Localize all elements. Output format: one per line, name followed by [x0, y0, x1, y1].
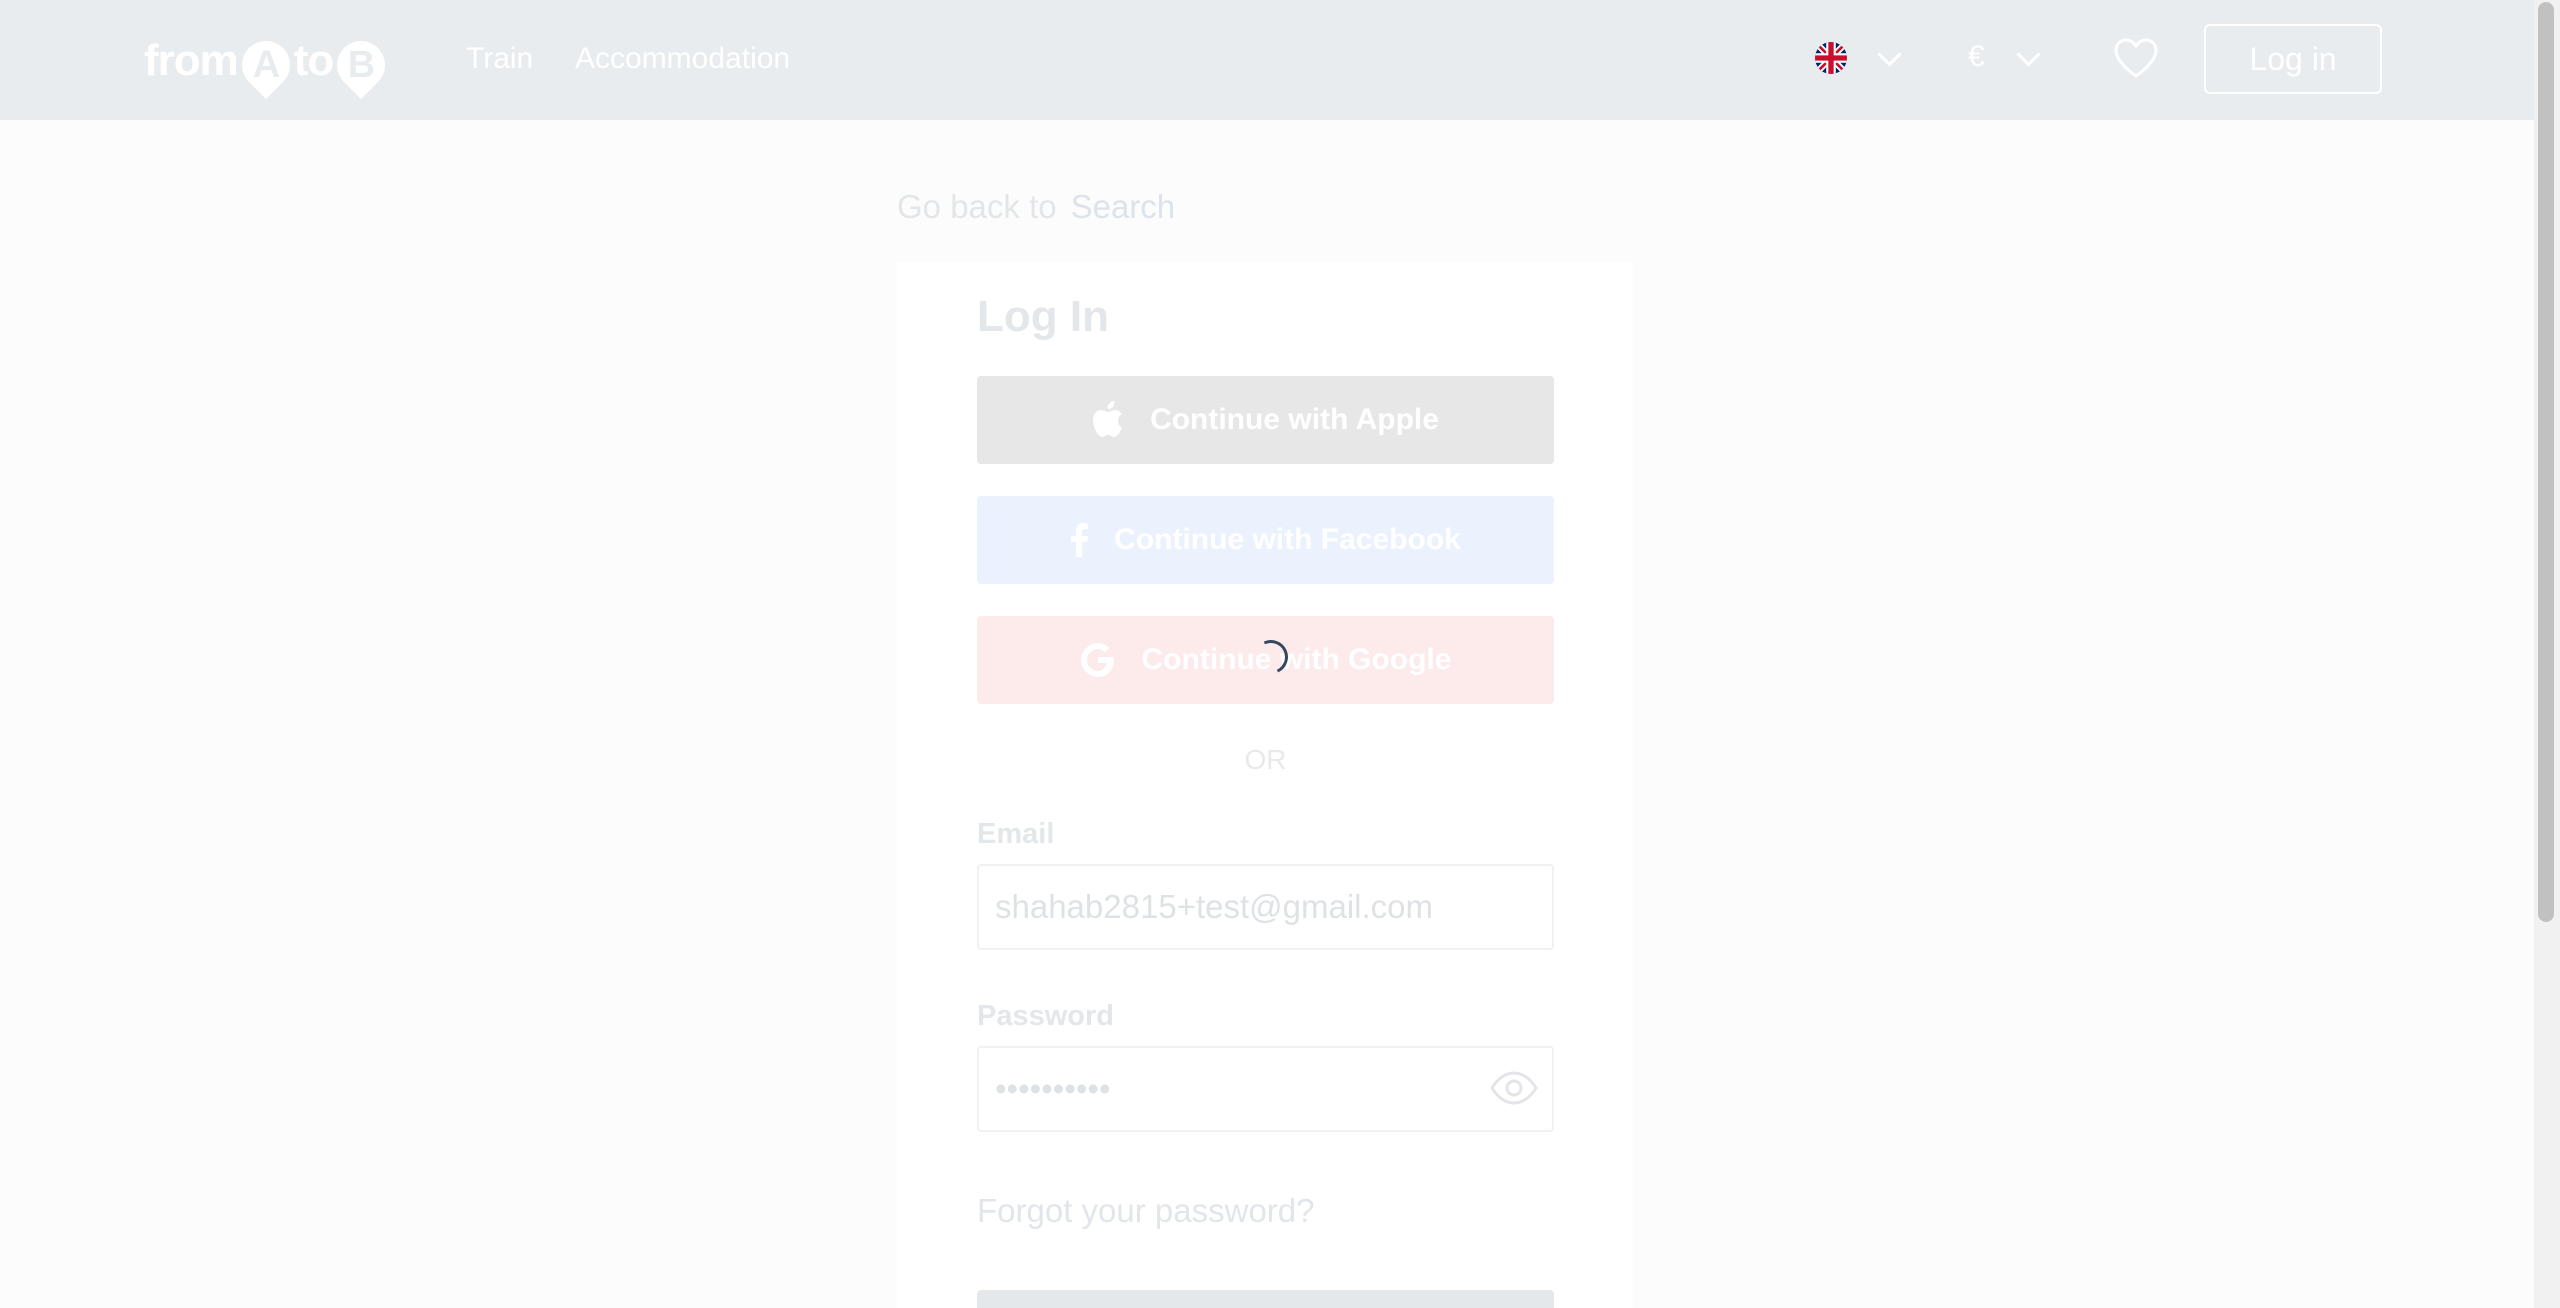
- heart-icon[interactable]: [2112, 36, 2160, 85]
- continue-with-facebook-button[interactable]: Continue with Facebook: [977, 496, 1554, 584]
- login-submit-button[interactable]: [977, 1290, 1554, 1308]
- scrollbar-thumb[interactable]: [2538, 2, 2554, 922]
- login-button[interactable]: Log in: [2204, 24, 2382, 94]
- nav-train[interactable]: Train: [466, 42, 533, 76]
- apple-button-label: Continue with Apple: [1150, 403, 1439, 436]
- breadcrumb: Go back to Search: [897, 188, 1175, 226]
- top-header: from A to B Train Accommodation € Log in: [0, 0, 2534, 120]
- facebook-button-label: Continue with Facebook: [1114, 523, 1461, 556]
- uk-flag-icon[interactable]: [1815, 42, 1847, 74]
- logo-text-from: from: [144, 36, 239, 85]
- login-title: Log In: [977, 292, 1109, 341]
- fromatob-logo[interactable]: from A to B: [144, 28, 396, 99]
- breadcrumb-prefix: Go back to: [897, 188, 1057, 225]
- google-button-label: Continue with Google: [1141, 643, 1452, 676]
- password-field-container: [977, 1046, 1554, 1132]
- google-icon: [1080, 642, 1116, 678]
- eye-icon[interactable]: [1490, 1070, 1538, 1111]
- currency-selector[interactable]: €: [1968, 40, 1985, 74]
- email-label: Email: [977, 818, 1055, 850]
- email-field[interactable]: [995, 866, 1475, 948]
- forgot-password-link[interactable]: Forgot your password?: [977, 1192, 1315, 1230]
- logo-pin-b: B: [327, 31, 396, 99]
- currency-chevron-down-icon[interactable]: [2016, 42, 2041, 67]
- password-field[interactable]: [995, 1048, 1475, 1130]
- facebook-icon: [1070, 523, 1089, 557]
- or-separator: OR: [1244, 744, 1287, 775]
- apple-icon: [1092, 401, 1124, 439]
- continue-with-apple-button[interactable]: Continue with Apple: [977, 376, 1554, 464]
- language-chevron-down-icon[interactable]: [1877, 42, 1902, 67]
- email-field-container: [977, 864, 1554, 950]
- nav-accommodation[interactable]: Accommodation: [575, 42, 790, 76]
- logo-pin-a: A: [231, 31, 300, 99]
- logo-text-to: to: [293, 36, 335, 85]
- password-label: Password: [977, 1000, 1114, 1032]
- breadcrumb-search-link[interactable]: Search: [1071, 188, 1176, 225]
